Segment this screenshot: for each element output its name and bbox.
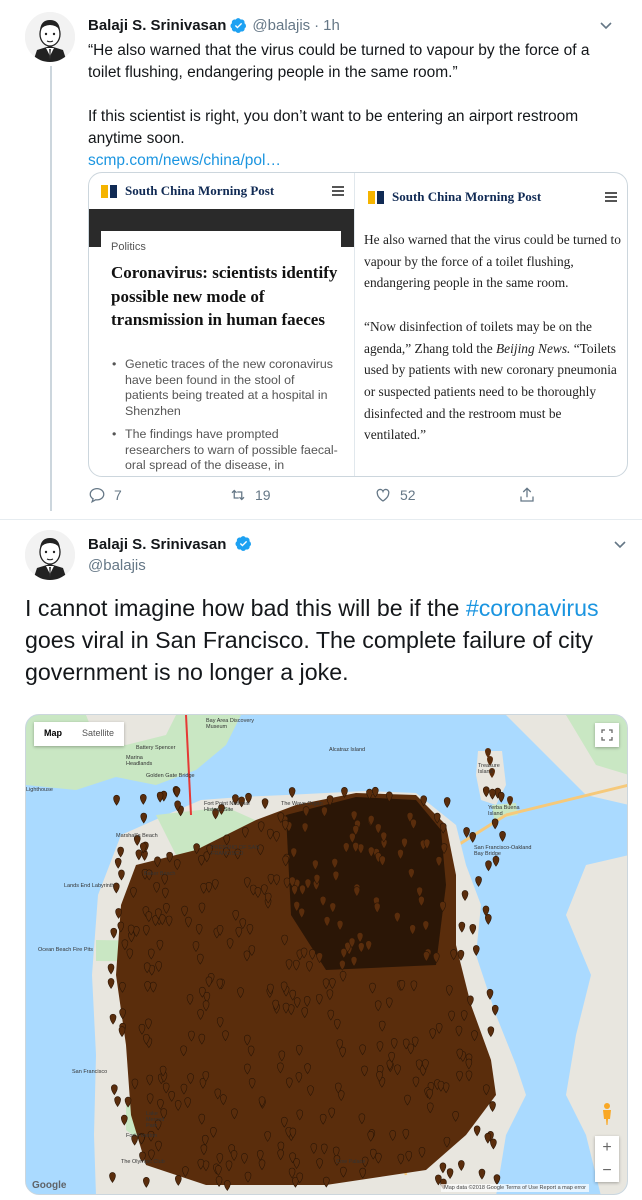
map-label: Golden Gate Bridge [146, 773, 195, 779]
street-view-pegman-icon[interactable] [599, 1102, 615, 1126]
map-image[interactable]: Battery Spencer Marina Headlands Golden … [25, 714, 628, 1195]
article-screenshot-card[interactable]: South China Morning Post Politics Corona… [88, 172, 628, 477]
article-category: Politics [111, 241, 146, 253]
scmp-logo-icon-2 [377, 190, 384, 204]
tweet-body: I cannot imagine how bad this will be if… [25, 595, 599, 685]
scmp-logo-icon [368, 190, 375, 204]
author-handle[interactable]: @balajis [88, 557, 146, 574]
map-label: Battery Spencer [136, 745, 176, 751]
zoom-out-button[interactable]: − [595, 1159, 619, 1182]
like-count: 52 [400, 487, 416, 503]
author-handle[interactable]: @balajis [252, 17, 310, 34]
scmp-header: South China Morning Post [89, 173, 354, 209]
map-label: Treasure Island [478, 763, 500, 775]
map-label: San Francisco [72, 1069, 108, 1075]
tweet-actions: 7 19 52 [88, 486, 548, 510]
avatar-illustration-icon [25, 12, 75, 62]
map-label: Marshall's Beach [116, 833, 158, 839]
chevron-down-icon[interactable] [598, 17, 614, 33]
tweet-quote: “He also warned that the virus could be … [88, 42, 590, 81]
satellite-tab[interactable]: Satellite [72, 722, 124, 746]
reply-icon [89, 487, 105, 504]
article-summary-panel: Politics Coronavirus: scientists identif… [101, 231, 341, 476]
retweet-count: 19 [255, 487, 271, 503]
article-screenshot-left: South China Morning Post Politics Corona… [89, 173, 355, 476]
avatar-illustration-icon [25, 530, 75, 580]
excerpt-paragraph-2: “Now disinfection of toilets may be on t… [364, 318, 617, 443]
thread-connector [50, 66, 52, 511]
scmp-logo-icon [101, 184, 108, 198]
google-logo: Google [32, 1180, 67, 1191]
scmp-brand: South China Morning Post [392, 189, 542, 204]
share-button[interactable] [518, 486, 544, 504]
san-francisco-map [26, 715, 627, 1194]
avatar[interactable] [25, 12, 75, 62]
reply-button[interactable]: 7 [88, 486, 122, 504]
tweet-comment: If this scientist is right, you don’t wa… [88, 108, 579, 147]
article-screenshot-right: South China Morning Post He also warned … [356, 173, 627, 476]
hashtag-link[interactable]: #coronavirus [466, 595, 599, 621]
article-link[interactable]: scmp.com/news/china/pol… [88, 152, 281, 169]
fullscreen-icon [601, 729, 613, 741]
tweet-header: Balaji S. Srinivasan @balajis · 1h [88, 14, 628, 36]
map-label: Alcatraz Island [329, 747, 366, 753]
tweet-body: “He also warned that the virus could be … [88, 40, 618, 172]
zoom-in-button[interactable]: + [595, 1136, 619, 1159]
map-label: Bay Area Discovery Museum [206, 718, 254, 730]
scmp-brand: South China Morning Post [125, 183, 275, 198]
map-label: The Wave Organ [281, 801, 323, 807]
retweet-button[interactable]: 19 [229, 486, 271, 504]
map-label: Lighthouse [26, 787, 53, 793]
hamburger-menu-icon [332, 186, 344, 196]
scmp-header: South China Morning Post [356, 179, 627, 215]
share-icon [520, 487, 534, 502]
verified-badge-icon [230, 17, 247, 33]
separator-dot: · [314, 16, 320, 34]
chevron-down-icon[interactable] [612, 536, 628, 552]
like-button[interactable]: 52 [374, 486, 416, 504]
article-headline: Coronavirus: scientists identify possibl… [111, 263, 338, 329]
map-label: Fort Funston [126, 1133, 158, 1139]
article-excerpt: He also warned that the virus could be t… [364, 229, 626, 468]
map-label: Lands End Labyrinth [64, 883, 115, 889]
scmp-logo-icon-2 [110, 184, 117, 198]
map-type-toggle: Map Satellite [34, 722, 125, 746]
map-tab[interactable]: Map [34, 722, 72, 746]
author-name[interactable]: Balaji S. Srinivasan [88, 536, 226, 553]
article-bullet: The findings have prompted researchers t… [111, 427, 341, 474]
verified-badge-icon [235, 536, 251, 551]
map-label: Fort Point National Historic Site [204, 801, 250, 813]
fullscreen-button[interactable] [595, 723, 619, 747]
tweet-author: Balaji S. Srinivasan [88, 535, 257, 553]
map-label: Cow Palace [336, 1159, 366, 1165]
map-label: The Olympic Club [121, 1159, 165, 1165]
map-label: San Francisco-Oakland Bay Bridge [474, 845, 532, 857]
avatar[interactable] [25, 530, 75, 580]
retweet-icon [231, 489, 245, 501]
hamburger-menu-icon [605, 192, 617, 202]
reply-count: 7 [114, 487, 122, 503]
zoom-controls: + − [595, 1136, 619, 1182]
article-bullets: Genetic traces of the new coronavirus ha… [111, 357, 341, 476]
map-label: Lake Merced Park [146, 1111, 165, 1129]
map-label: PRESIDIO OF SAN FRANCISCO [211, 845, 260, 857]
map-label: Marina Headlands [126, 755, 153, 767]
heart-icon [376, 488, 390, 502]
excerpt-paragraph-1: He also warned that the virus could be t… [364, 232, 621, 291]
author-name[interactable]: Balaji S. Srinivasan [88, 17, 226, 34]
map-label: Yerba Buena Island [488, 805, 520, 817]
map-label: Ocean Beach Fire Pits [38, 947, 94, 953]
tweet-divider [0, 519, 642, 520]
map-attribution[interactable]: Map data ©2018 Google Terms of Use Repor… [441, 1184, 589, 1192]
map-label: Baker Beach [144, 871, 176, 877]
timestamp[interactable]: 1h [323, 17, 340, 34]
article-bullet: Genetic traces of the new coronavirus ha… [111, 357, 341, 419]
